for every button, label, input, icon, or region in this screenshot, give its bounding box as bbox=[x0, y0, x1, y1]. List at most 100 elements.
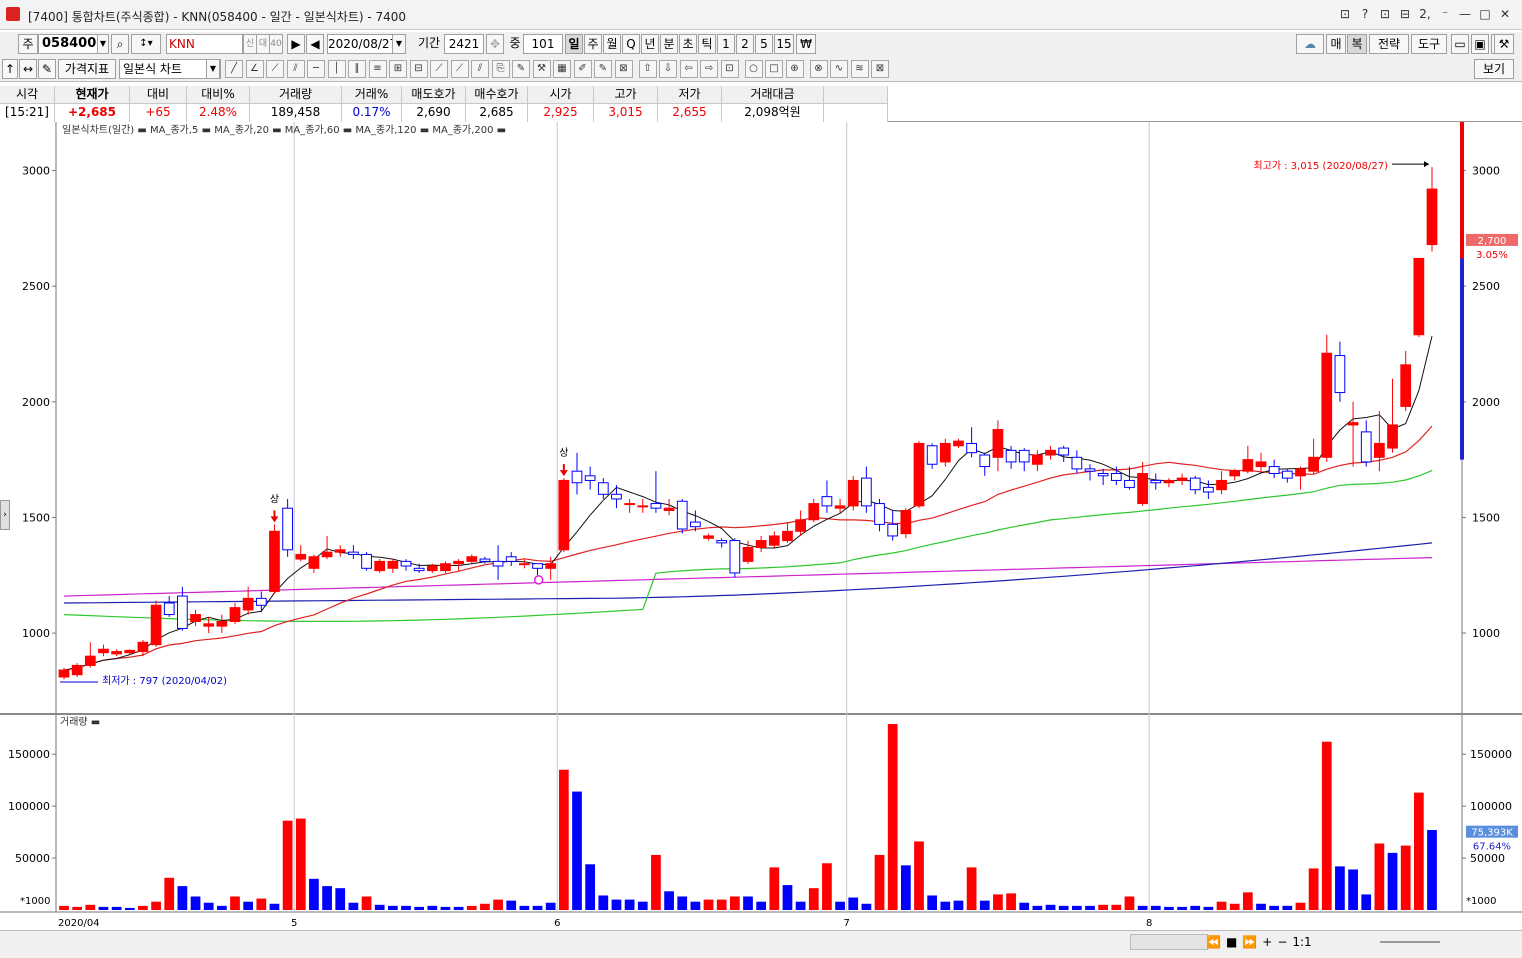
current-volume-pct: 67.64% bbox=[1473, 842, 1511, 853]
unit-5[interactable]: 5 bbox=[755, 34, 773, 54]
draw-tool-icon[interactable]: ⟋ bbox=[430, 60, 448, 78]
draw-tool-icon[interactable]: ⇩ bbox=[659, 60, 677, 78]
stock-name-field[interactable]: KNN bbox=[166, 34, 243, 54]
unit-tick[interactable]: 틱 bbox=[698, 34, 716, 54]
jung-input[interactable]: 101 bbox=[523, 34, 563, 54]
draw-tool-icon[interactable]: ∥ bbox=[348, 60, 366, 78]
unit-day[interactable]: 일 bbox=[565, 34, 583, 54]
stock-code-input[interactable]: 058400 bbox=[38, 34, 98, 54]
forward-icon[interactable]: ⏩ bbox=[1242, 935, 1257, 949]
unit-month[interactable]: 월 bbox=[603, 34, 621, 54]
draw-tool-icon[interactable]: ⊠ bbox=[614, 60, 633, 78]
volume-bar bbox=[953, 900, 964, 910]
unit-quarter[interactable]: Q bbox=[622, 34, 640, 54]
unit-week[interactable]: 주 bbox=[584, 34, 602, 54]
next-arrow-icon[interactable]: ▶ bbox=[287, 34, 305, 54]
help-icon[interactable]: ? bbox=[1358, 5, 1372, 23]
draw-tool-icon[interactable]: ⊗ bbox=[809, 60, 828, 78]
draw-tool-icon[interactable]: ⎘ bbox=[491, 60, 510, 78]
draw-tool-icon[interactable]: ○ bbox=[744, 60, 763, 78]
unit-minute[interactable]: 분 bbox=[660, 34, 678, 54]
link-icon[interactable]: ⊟ bbox=[1398, 5, 1412, 23]
maximize-button[interactable]: □ bbox=[1478, 5, 1492, 23]
stop-icon[interactable]: ■ bbox=[1226, 935, 1237, 949]
scroll-up-icon[interactable]: ↑ bbox=[2, 59, 18, 79]
close-button[interactable]: ✕ bbox=[1498, 5, 1512, 23]
side-panel-toggle[interactable]: › bbox=[0, 500, 10, 530]
code-dropdown-icon[interactable]: ▼ bbox=[97, 34, 109, 54]
edit-icon[interactable]: ✎ bbox=[38, 59, 56, 79]
draw-tool-icon[interactable]: ✐ bbox=[573, 60, 592, 78]
draw-tool-icon[interactable]: ▦ bbox=[553, 60, 571, 78]
candle-body bbox=[1084, 468, 1096, 472]
prev-arrow-icon[interactable]: ◀ bbox=[306, 34, 324, 54]
period-input[interactable]: 2421 bbox=[444, 34, 484, 54]
view-button[interactable]: 보기 bbox=[1474, 59, 1514, 79]
zoom-in-icon[interactable]: + bbox=[1262, 935, 1272, 949]
draw-tool-icon[interactable]: □ bbox=[765, 60, 783, 78]
bok-button[interactable]: 복 bbox=[1347, 34, 1367, 54]
cloud-icon[interactable]: ☁ bbox=[1296, 34, 1324, 54]
sort-dropdown-icon[interactable]: ↕▾ bbox=[131, 34, 161, 54]
restore-icon[interactable]: ⊡ bbox=[1338, 5, 1352, 23]
drawing-toolbar: ↑ ↔ ✎ 가격지표 일본식 차트 ▼ ╱ ∠ ⟋ ⫽ ─ │ ∥ ≡ ⊞ ⊟ ⟋ ⟋ ⫽ ⎘ ✎ ⚒ ▦ ✐ ✎ ⊠… bbox=[0, 57, 1522, 82]
draw-tool-icon[interactable]: ⇦ bbox=[679, 60, 698, 78]
draw-tool-icon[interactable]: ⚒ bbox=[532, 60, 551, 78]
draw-tool-icon[interactable]: ⊠ bbox=[871, 60, 889, 78]
horizontal-scrollbar[interactable] bbox=[1130, 934, 1208, 950]
draw-tool-icon[interactable]: ⇨ bbox=[700, 60, 718, 78]
lr-arrow-icon[interactable]: ↔ bbox=[19, 59, 37, 79]
price-indicator-button[interactable]: 가격지표 bbox=[58, 59, 116, 79]
unit-won[interactable]: ₩ bbox=[796, 34, 816, 54]
candle-body bbox=[979, 454, 991, 468]
candle-body bbox=[1189, 477, 1201, 491]
zoom-slider[interactable] bbox=[1380, 941, 1440, 943]
draw-tool-icon[interactable]: ✎ bbox=[512, 60, 530, 78]
unit-15[interactable]: 15 bbox=[774, 34, 794, 54]
folder-icon[interactable]: ▭ bbox=[1451, 34, 1469, 54]
draw-tool-icon[interactable]: ≡ bbox=[368, 60, 387, 78]
tab-icon[interactable]: ⁻ bbox=[1438, 5, 1452, 23]
draw-tool-icon[interactable]: ≋ bbox=[850, 60, 869, 78]
date-input[interactable]: 2020/08/27 bbox=[327, 34, 397, 54]
unit-1[interactable]: 1 bbox=[717, 34, 735, 54]
minimize-button[interactable]: — bbox=[1458, 5, 1472, 23]
price-chart[interactable]: 2020/04 5 6 7 8 1000 1000 1500 1500 2000 2000 2500 2… bbox=[0, 122, 1522, 930]
pin-icon[interactable]: ⊡ bbox=[1378, 5, 1392, 23]
save-icon[interactable]: ▣ bbox=[1471, 34, 1489, 54]
unit-year[interactable]: 년 bbox=[641, 34, 659, 54]
candle-body bbox=[729, 540, 741, 574]
draw-tool-icon[interactable]: ─ bbox=[307, 60, 325, 78]
draw-tool-icon[interactable]: ∠ bbox=[245, 60, 264, 78]
draw-tool-icon[interactable]: ✎ bbox=[594, 60, 612, 78]
unit-second[interactable]: 초 bbox=[679, 34, 697, 54]
strategy-button[interactable]: 전략 bbox=[1369, 34, 1409, 54]
volume-bar bbox=[743, 896, 753, 910]
draw-tool-icon[interactable]: ⫽ bbox=[286, 60, 305, 78]
draw-tool-icon[interactable]: ⟋ bbox=[450, 60, 469, 78]
wrench-icon[interactable]: ⚒ bbox=[1494, 34, 1514, 54]
draw-tool-icon[interactable]: ⊡ bbox=[720, 60, 739, 78]
chart-type-dropdown-icon[interactable]: ▼ bbox=[206, 59, 220, 79]
draw-tool-icon[interactable]: ⊞ bbox=[389, 60, 407, 78]
draw-tool-icon[interactable]: ⫽ bbox=[471, 60, 489, 78]
draw-tool-icon[interactable]: ⇧ bbox=[638, 60, 657, 78]
draw-tool-icon[interactable]: ⟋ bbox=[266, 60, 284, 78]
screen-number[interactable]: 2, bbox=[1418, 5, 1432, 23]
qv-volume: 189,458 bbox=[250, 104, 342, 122]
search-icon[interactable]: ⌕ bbox=[111, 34, 129, 54]
unit-2[interactable]: 2 bbox=[736, 34, 754, 54]
rewind-icon[interactable]: ⏪ bbox=[1206, 935, 1221, 949]
draw-tool-icon[interactable]: ╱ bbox=[225, 60, 243, 78]
zoom-out-icon[interactable]: − bbox=[1277, 935, 1287, 949]
calendar-dropdown-icon[interactable]: ▼ bbox=[392, 34, 406, 54]
draw-tool-icon[interactable]: │ bbox=[327, 60, 346, 78]
draw-tool-icon[interactable]: ∿ bbox=[830, 60, 848, 78]
ratio-icon[interactable]: 1:1 bbox=[1292, 935, 1311, 949]
volume-bar bbox=[1335, 866, 1345, 910]
mae-button[interactable]: 매 bbox=[1326, 34, 1346, 54]
ju-button[interactable]: 주 bbox=[18, 34, 38, 54]
tools-button[interactable]: 도구 bbox=[1411, 34, 1447, 54]
draw-tool-icon[interactable]: ⊕ bbox=[785, 60, 804, 78]
draw-tool-icon[interactable]: ⊟ bbox=[409, 60, 428, 78]
